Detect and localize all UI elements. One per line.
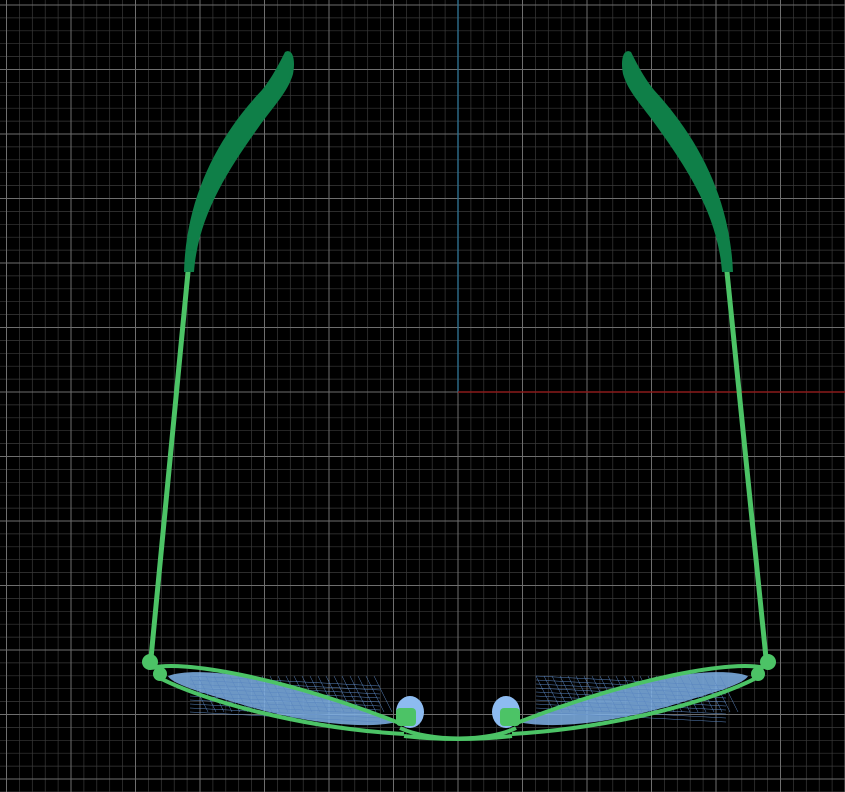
lens-mesh-line (535, 675, 555, 713)
lens-mesh-line (365, 675, 385, 713)
right-temple-arm (724, 269, 769, 661)
left-temple[interactable] (148, 51, 295, 661)
left-temple-arm (148, 269, 191, 661)
right-pad-arm (500, 708, 520, 726)
3d-viewport[interactable] (0, 0, 845, 792)
left-hinge (142, 654, 158, 670)
eyeglasses-model[interactable] (142, 51, 776, 741)
right-hinge (760, 654, 776, 670)
viewport-canvas[interactable] (0, 0, 845, 792)
left-hinge-joint (153, 667, 167, 681)
right-temple[interactable] (621, 51, 769, 661)
left-nose-pad-assembly[interactable] (396, 696, 424, 728)
left-pad-arm (396, 708, 416, 726)
right-hinge-joint (751, 667, 765, 681)
right-nose-pad-assembly[interactable] (492, 696, 520, 728)
